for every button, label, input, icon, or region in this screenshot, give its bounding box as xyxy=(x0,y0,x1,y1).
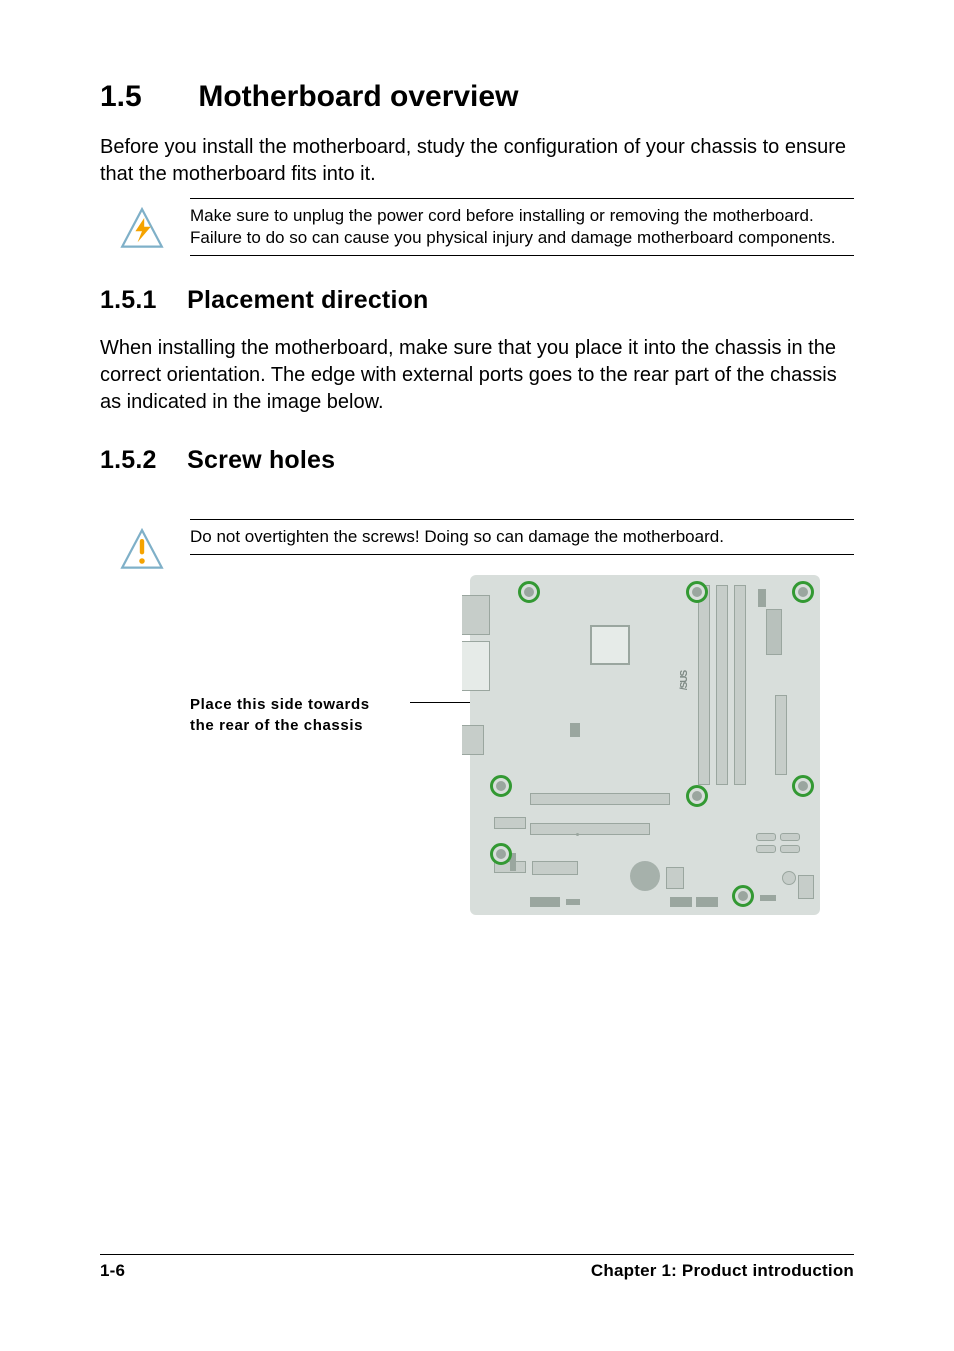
section-intro: Before you install the motherboard, stud… xyxy=(100,134,854,188)
sata-connector xyxy=(780,833,800,841)
dimm-slot xyxy=(734,585,746,785)
battery-icon xyxy=(630,861,660,891)
warning-block-2: Do not overtighten the screws! Doing so … xyxy=(190,519,854,555)
front-panel-header xyxy=(798,875,814,899)
header-connector xyxy=(530,897,560,907)
lightning-warning-icon xyxy=(120,207,164,251)
subsection-heading-1: 1.5.1 Placement direction xyxy=(100,286,854,315)
header-connector xyxy=(758,589,766,607)
sata-connector xyxy=(780,845,800,853)
pci-slot xyxy=(530,793,670,805)
screw-hole xyxy=(792,581,814,603)
dimm-slot xyxy=(698,585,710,785)
sata-connector xyxy=(756,845,776,853)
header-connector xyxy=(670,897,692,907)
screw-hole xyxy=(490,775,512,797)
dimm-slot xyxy=(716,585,728,785)
cpu-socket xyxy=(590,625,630,665)
screw-hole xyxy=(686,785,708,807)
screw-hole xyxy=(792,775,814,797)
sata-connector xyxy=(756,833,776,841)
section-number: 1.5 xyxy=(100,80,190,114)
header-connector xyxy=(696,897,718,907)
diagram-label-line1: Place this side towards xyxy=(190,696,370,713)
subsection-title-2: Screw holes xyxy=(187,446,335,474)
slot xyxy=(532,861,578,875)
warning-text-2: Do not overtighten the screws! Doing so … xyxy=(190,527,724,546)
motherboard-outline: /SUS xyxy=(470,575,820,915)
diagram-label: Place this side towards the rear of the … xyxy=(190,695,370,736)
io-port xyxy=(462,641,490,691)
subsection-number-1: 1.5.1 xyxy=(100,286,180,315)
page-number: 1-6 xyxy=(100,1261,125,1281)
exclamation-warning-icon xyxy=(120,528,164,572)
via-dot xyxy=(576,833,579,836)
header-connector xyxy=(566,899,580,905)
header-connector xyxy=(760,895,776,901)
diagram-label-line2: the rear of the chassis xyxy=(190,717,363,734)
warning-block-1: Make sure to unplug the power cord befor… xyxy=(190,198,854,256)
screw-hole xyxy=(518,581,540,603)
section-title: Motherboard overview xyxy=(198,80,518,113)
subsection-body-1: When installing the motherboard, make su… xyxy=(100,335,854,416)
io-port xyxy=(462,725,484,755)
chip-icon xyxy=(570,723,580,737)
chip xyxy=(666,867,684,889)
pci-slot xyxy=(530,823,650,835)
subsection-title-1: Placement direction xyxy=(187,286,428,314)
section-heading: 1.5 Motherboard overview xyxy=(100,80,854,114)
warning-text-1: Make sure to unplug the power cord befor… xyxy=(190,206,835,247)
buzzer-icon xyxy=(782,871,796,885)
content-area: 1.5 Motherboard overview Before you inst… xyxy=(100,80,854,975)
diagram-leader-line xyxy=(410,702,470,703)
page: 1.5 Motherboard overview Before you inst… xyxy=(0,0,954,1351)
subsection-number-2: 1.5.2 xyxy=(100,446,180,475)
power-connector xyxy=(766,609,782,655)
chapter-title: Chapter 1: Product introduction xyxy=(591,1261,854,1281)
ide-connector xyxy=(775,695,787,775)
subsection-heading-2: 1.5.2 Screw holes xyxy=(100,446,854,475)
io-port xyxy=(462,595,490,635)
slot xyxy=(494,817,526,829)
motherboard-diagram: Place this side towards the rear of the … xyxy=(100,595,854,975)
screw-hole xyxy=(732,885,754,907)
brand-label: /SUS xyxy=(679,671,690,690)
page-footer: 1-6 Chapter 1: Product introduction xyxy=(100,1254,854,1281)
